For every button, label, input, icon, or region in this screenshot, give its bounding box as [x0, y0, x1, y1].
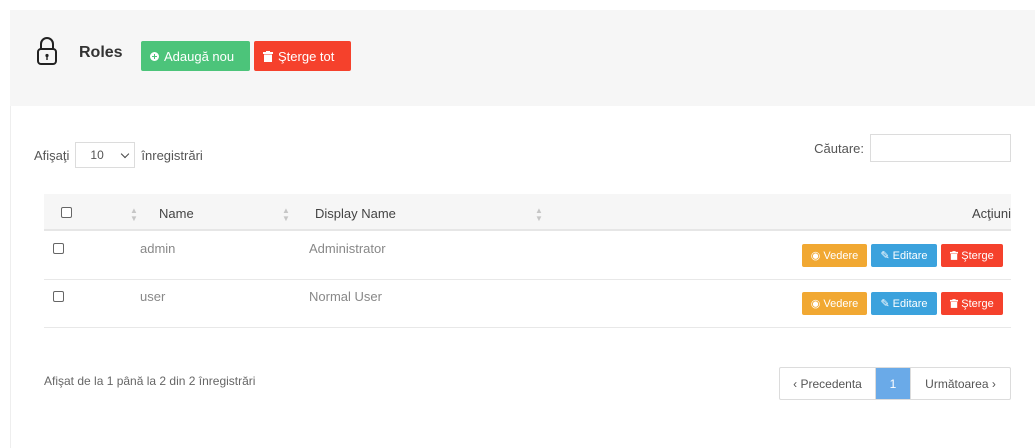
search-input[interactable]	[870, 134, 1011, 162]
lock-icon	[37, 37, 57, 65]
column-header-actions: Acţiuni	[971, 206, 1011, 221]
cell-name: user	[140, 289, 166, 304]
view-button[interactable]: ◉ Vedere	[802, 244, 867, 267]
edit-button[interactable]: ✎ Editare	[871, 244, 937, 267]
page-length-value: 10	[90, 148, 104, 162]
cell-name: admin	[140, 241, 176, 256]
chevron-down-icon	[121, 149, 130, 158]
edit-label: Editare	[892, 249, 928, 262]
select-all-checkbox[interactable]	[61, 207, 72, 218]
edit-icon: ✎	[880, 250, 890, 262]
trash-icon	[950, 251, 959, 260]
table-info: Afişat de la 1 până la 2 din 2 înregistr…	[44, 374, 256, 388]
page-title: Roles	[79, 44, 123, 61]
add-new-label: Adaugă nou	[164, 48, 235, 64]
table-row: user Normal User ◉ Vedere ✎ Editare Şter…	[44, 280, 1011, 328]
eye-icon: ◉	[810, 250, 821, 262]
delete-button[interactable]: Şterge	[941, 292, 1003, 315]
table-header: ▲ ▼ Name ▲ ▼ Display Name ▲ ▼ Acţiuni	[44, 194, 1011, 231]
search-label: Căutare:	[814, 140, 864, 156]
row-checkbox[interactable]	[53, 243, 64, 254]
delete-label: Şterge	[961, 249, 994, 262]
sort-icon[interactable]: ▲ ▼	[535, 207, 543, 223]
delete-all-label: Şterge tot	[278, 48, 335, 64]
page-length-select[interactable]: 10	[75, 142, 136, 168]
cell-display-name: Administrator	[309, 241, 386, 256]
trash-icon	[263, 50, 273, 62]
page-button-1[interactable]: 1	[876, 368, 910, 399]
sort-icon[interactable]: ▲ ▼	[130, 207, 138, 223]
add-new-button[interactable]: Adaugă nou	[141, 41, 250, 71]
sort-icon[interactable]: ▲ ▼	[282, 207, 290, 223]
page-length-control: Afişaţi 10 înregistrări	[34, 142, 203, 168]
edit-label: Editare	[892, 297, 928, 310]
delete-button[interactable]: Şterge	[941, 244, 1003, 267]
table-row: admin Administrator ◉ Vedere ✎ Editare Ş…	[44, 232, 1011, 280]
cell-display-name: Normal User	[309, 289, 382, 304]
delete-all-button[interactable]: Şterge tot	[254, 41, 351, 71]
trash-icon	[950, 299, 959, 308]
column-header-name[interactable]: Name	[159, 206, 194, 221]
previous-page-button[interactable]: ‹ Precedenta	[780, 368, 876, 399]
plus-circle-icon	[150, 51, 159, 61]
entries-label: înregistrări	[141, 147, 203, 163]
view-label: Vedere	[823, 297, 859, 310]
view-label: Vedere	[823, 249, 859, 262]
delete-label: Şterge	[961, 297, 994, 310]
search-control: Căutare:	[814, 134, 1011, 162]
next-page-button[interactable]: Următoarea ›	[910, 368, 1010, 399]
column-header-display-name[interactable]: Display Name	[315, 206, 396, 221]
row-checkbox[interactable]	[53, 291, 64, 302]
eye-icon: ◉	[810, 298, 821, 310]
edit-icon: ✎	[880, 298, 890, 310]
show-label: Afişaţi	[34, 147, 70, 163]
pagination: ‹ Precedenta 1 Următoarea ›	[779, 367, 1011, 400]
view-button[interactable]: ◉ Vedere	[802, 292, 867, 315]
edit-button[interactable]: ✎ Editare	[871, 292, 937, 315]
